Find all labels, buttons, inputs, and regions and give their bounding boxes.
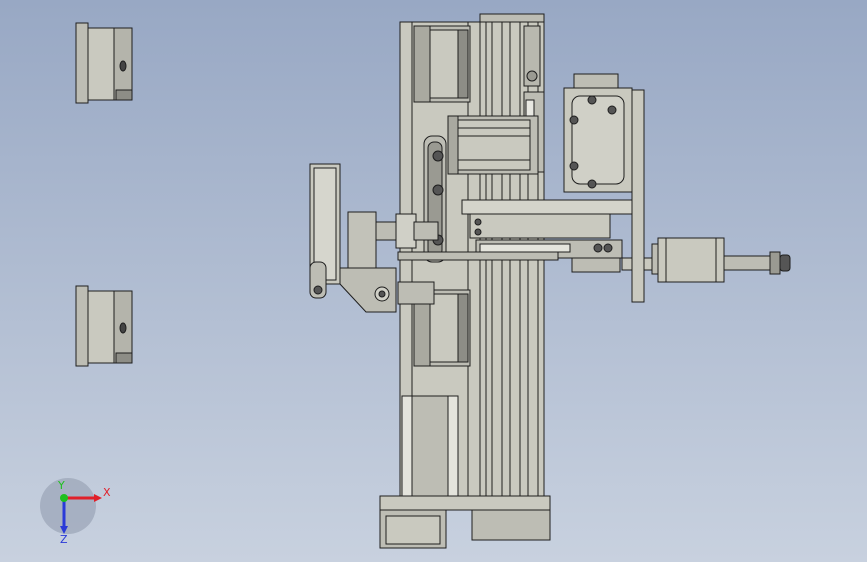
- triad-z-label: Z: [60, 533, 68, 546]
- gripper-block[interactable]: [563, 73, 633, 193]
- triad-x-label: X: [103, 486, 111, 499]
- guide-rods[interactable]: [401, 395, 459, 497]
- cad-graphics-viewport[interactable]: X Y Z: [0, 0, 867, 562]
- stepper-motor[interactable]: [447, 115, 539, 175]
- right-bracket[interactable]: [631, 89, 645, 303]
- flange-part-upper[interactable]: [75, 22, 133, 104]
- coordinate-triad: [40, 478, 102, 534]
- triad-y-label: Y: [58, 479, 65, 492]
- x-axis-head: [94, 494, 102, 502]
- base-plate[interactable]: [379, 495, 551, 549]
- pulley-assembly[interactable]: [423, 135, 447, 263]
- upper-roller-block[interactable]: [413, 25, 471, 103]
- assembly-model-view[interactable]: [0, 0, 867, 562]
- flange-part-lower[interactable]: [75, 285, 133, 367]
- air-cylinder[interactable]: [621, 237, 791, 283]
- y-axis-origin: [60, 494, 68, 502]
